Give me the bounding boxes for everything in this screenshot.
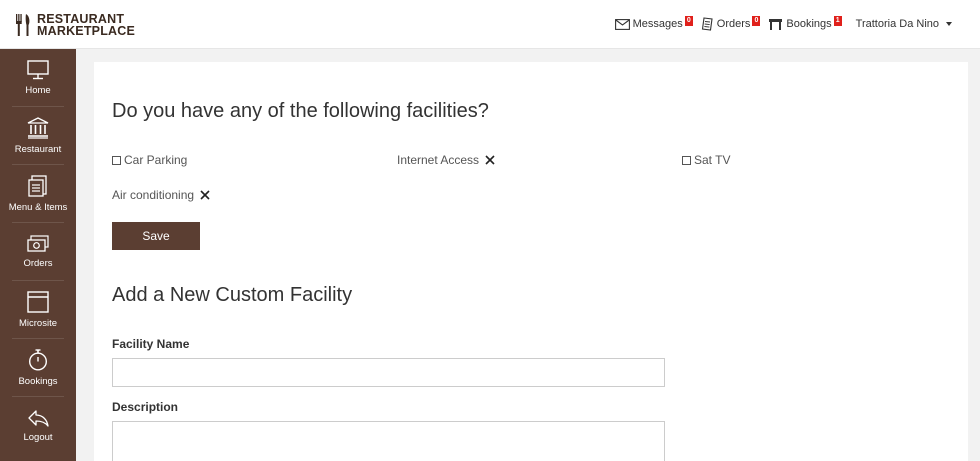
menu-icon	[28, 174, 47, 197]
building-icon	[27, 116, 49, 139]
top-navigation: Messages 0 Orders 0 Bookings 1 Trattoria…	[607, 14, 952, 34]
sidebar-item-label: Restaurant	[14, 143, 62, 155]
messages-count-badge: 0	[684, 16, 693, 26]
main-panel: Do you have any of the following facilit…	[94, 62, 968, 461]
brand-line-2: MARKETPLACE	[37, 24, 136, 38]
user-menu-dropdown[interactable]: Trattoria Da Nino	[856, 18, 952, 30]
sidebar-item-label: Menu & Items	[8, 201, 68, 213]
facility-name-input[interactable]	[112, 358, 665, 387]
sidebar-item-label: Home	[25, 84, 51, 96]
custom-facility-heading: Add a New Custom Facility	[112, 284, 353, 306]
brand-name: RESTAURANT MARKETPLACE	[37, 13, 136, 38]
sidebar-item-label: Bookings	[18, 375, 58, 387]
sidebar-item-label: Orders	[23, 257, 53, 269]
sidebar-item-microsite[interactable]: Microsite	[0, 281, 76, 339]
sidebar-item-label: Logout	[23, 431, 53, 443]
sidebar-item-menu-items[interactable]: Menu & Items	[0, 165, 76, 223]
facility-car-parking[interactable]: Car Parking	[112, 153, 187, 167]
table-icon	[769, 19, 783, 30]
sidebar: Home Restaurant Menu & Items Orders Micr…	[0, 49, 76, 461]
save-button[interactable]: Save	[112, 222, 200, 250]
nav-bookings-label: Bookings	[786, 18, 832, 30]
brand-logo[interactable]: RESTAURANT MARKETPLACE	[15, 11, 135, 39]
nav-messages-label: Messages	[632, 18, 683, 30]
sat-tv-checkbox[interactable]	[682, 155, 691, 165]
envelope-icon	[614, 18, 630, 30]
facility-name-label: Facility Name	[112, 337, 190, 351]
stopwatch-icon	[28, 348, 48, 371]
orders-count-badge: 0	[752, 16, 761, 26]
money-icon	[27, 234, 49, 252]
sidebar-item-orders[interactable]: Orders	[0, 223, 76, 281]
monitor-icon	[27, 59, 49, 79]
caret-down-icon	[946, 22, 952, 26]
description-label: Description	[112, 400, 179, 414]
remove-x-icon[interactable]	[485, 155, 495, 165]
sidebar-item-bookings[interactable]: Bookings	[0, 339, 76, 397]
facility-air-conditioning: Air conditioning	[112, 188, 210, 202]
facility-sat-tv[interactable]: Sat TV	[682, 153, 730, 167]
description-textarea[interactable]	[112, 421, 665, 461]
fork-knife-icon	[16, 14, 30, 36]
sidebar-item-label: Microsite	[18, 317, 57, 329]
receipt-icon	[701, 17, 713, 31]
facilities-heading: Do you have any of the following facilit…	[112, 100, 489, 122]
bookings-count-badge: 1	[833, 16, 842, 26]
sidebar-item-restaurant[interactable]: Restaurant	[0, 107, 76, 165]
sidebar-item-home[interactable]: Home	[0, 49, 76, 107]
top-bar: RESTAURANT MARKETPLACE Messages 0 Orders…	[0, 0, 980, 49]
user-name: Trattoria Da Nino	[855, 18, 939, 30]
nav-orders[interactable]: Orders 0	[701, 16, 761, 31]
facility-label: Air conditioning	[112, 188, 195, 202]
remove-x-icon[interactable]	[200, 190, 210, 200]
window-icon	[27, 290, 49, 313]
facility-internet-access: Internet Access	[397, 153, 495, 167]
nav-bookings[interactable]: Bookings 1	[768, 16, 842, 30]
nav-orders-label: Orders	[716, 18, 751, 30]
facility-label: Sat TV	[694, 153, 731, 167]
nav-messages[interactable]: Messages 0	[614, 16, 693, 30]
facility-label: Car Parking	[124, 153, 188, 167]
facility-label: Internet Access	[397, 153, 480, 167]
car-parking-checkbox[interactable]	[112, 155, 121, 165]
sidebar-item-logout[interactable]: Logout	[0, 397, 76, 455]
back-arrow-icon	[28, 409, 49, 427]
